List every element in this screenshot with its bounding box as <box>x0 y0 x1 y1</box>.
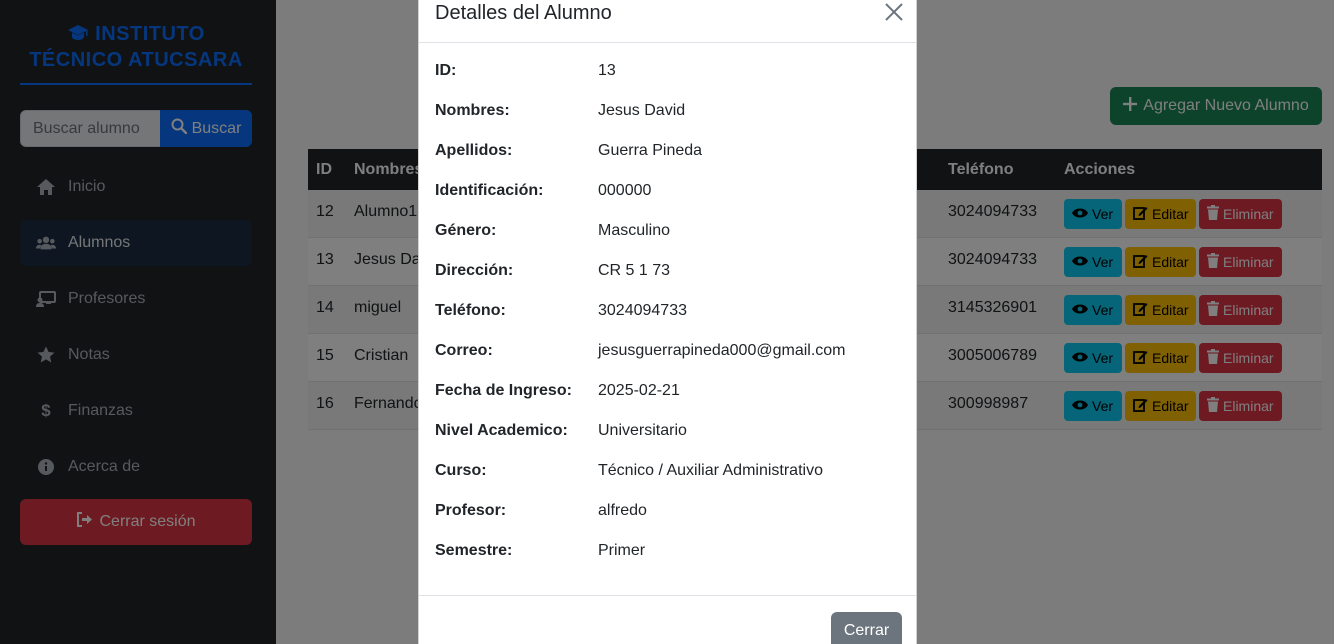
detail-label: Profesor: <box>435 502 507 519</box>
detail-label: Nivel Academico: <box>435 422 568 439</box>
detail-value: Técnico / Auxiliar Administrativo <box>598 462 823 479</box>
detail-row-direccion: Dirección: CR 5 1 73 <box>435 259 905 283</box>
detail-value: Primer <box>598 542 646 559</box>
detail-value: 3024094733 <box>598 302 687 319</box>
detail-label: Correo: <box>435 342 493 359</box>
detail-label: ID: <box>435 62 457 79</box>
detail-row-correo: Correo: jesusguerrapineda000@gmail.com <box>435 339 905 363</box>
detail-label: Teléfono: <box>435 302 506 319</box>
modal-footer-divider <box>419 595 916 596</box>
detail-label: Semestre: <box>435 542 513 559</box>
detail-row-fecha-ingreso: Fecha de Ingreso: 2025-02-21 <box>435 379 905 403</box>
detail-value: 2025-02-21 <box>598 382 680 399</box>
detail-value: alfredo <box>598 502 647 519</box>
modal-close-button[interactable]: Cerrar <box>831 612 902 644</box>
detail-label: Género: <box>435 222 497 239</box>
detail-row-nombres: Nombres: Jesus David <box>435 99 905 123</box>
detail-row-identificacion: Identificación: 000000 <box>435 179 905 203</box>
detail-row-telefono: Teléfono: 3024094733 <box>435 299 905 323</box>
detail-value: CR 5 1 73 <box>598 262 671 279</box>
detail-value: Universitario <box>598 422 687 439</box>
detail-label: Identificación: <box>435 182 544 199</box>
detail-row-curso: Curso: Técnico / Auxiliar Administrativo <box>435 459 905 483</box>
student-details-modal: Detalles del Alumno ID: 13 Nombres: Jesus … <box>418 0 917 644</box>
detail-row-profesor: Profesor: alfredo <box>435 499 905 523</box>
detail-label: Curso: <box>435 462 487 479</box>
detail-row-id: ID: 13 <box>435 59 905 83</box>
close-icon[interactable] <box>883 1 905 23</box>
detail-row-genero: Género: Masculino <box>435 219 905 243</box>
detail-value: Jesus David <box>598 102 686 119</box>
detail-label: Fecha de Ingreso: <box>435 382 572 399</box>
modal-header-divider <box>419 42 916 43</box>
detail-label: Nombres: <box>435 102 510 119</box>
detail-label: Dirección: <box>435 262 514 279</box>
modal-title: Detalles del Alumno <box>435 2 612 24</box>
detail-label: Apellidos: <box>435 142 513 159</box>
detail-value: 13 <box>598 62 616 79</box>
detail-value: jesusguerrapineda000@gmail.com <box>598 342 846 359</box>
detail-row-semestre: Semestre: Primer <box>435 539 905 563</box>
detail-value: Masculino <box>598 222 671 239</box>
detail-value: Guerra Pineda <box>598 142 703 159</box>
detail-value: 000000 <box>598 182 652 199</box>
detail-row-nivel-academico: Nivel Academico: Universitario <box>435 419 905 443</box>
detail-row-apellidos: Apellidos: Guerra Pineda <box>435 139 905 163</box>
